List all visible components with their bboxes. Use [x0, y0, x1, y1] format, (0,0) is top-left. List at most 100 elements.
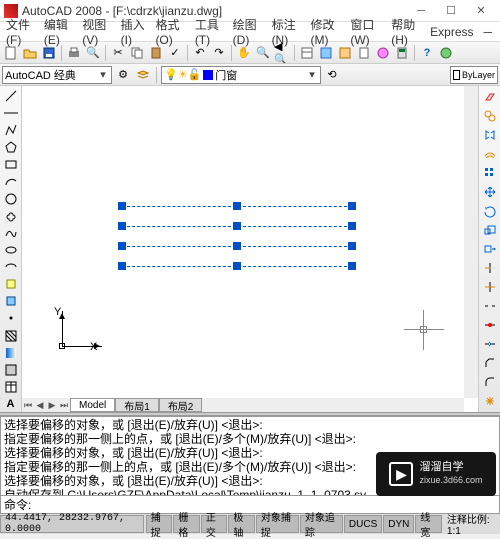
watermark-brand: 溜溜自学: [419, 461, 482, 474]
play-icon: ▶: [389, 462, 413, 486]
erase-button[interactable]: [481, 88, 499, 106]
watermark-overlay: ▶ 溜溜自学 zixue.3d66.com: [376, 452, 496, 496]
calc-button[interactable]: [393, 44, 411, 62]
layer-manager-button[interactable]: [134, 66, 152, 84]
comm-center-button[interactable]: [437, 44, 455, 62]
arc-button[interactable]: [2, 174, 20, 190]
help-button[interactable]: ?: [418, 44, 436, 62]
region-button[interactable]: [2, 362, 20, 378]
chevron-down-icon[interactable]: ▾: [306, 68, 318, 81]
ellipse-button[interactable]: [2, 242, 20, 258]
tab-model[interactable]: Model: [70, 398, 115, 412]
tab-layout1[interactable]: 布局1: [115, 398, 159, 412]
close-button[interactable]: ✕: [466, 1, 496, 21]
polygon-button[interactable]: [2, 139, 20, 155]
print-button[interactable]: [65, 44, 83, 62]
offset-button[interactable]: [481, 145, 499, 163]
workspace-settings-button[interactable]: ⚙: [114, 66, 132, 84]
grip[interactable]: [348, 242, 356, 250]
copy2-button[interactable]: [481, 107, 499, 125]
break-button[interactable]: [481, 297, 499, 315]
workspace-combo[interactable]: AutoCAD 经典 ▾: [2, 66, 112, 84]
revcloud-button[interactable]: [2, 208, 20, 224]
grip[interactable]: [348, 202, 356, 210]
redo-button[interactable]: ↷: [210, 44, 228, 62]
stretch-button[interactable]: [481, 240, 499, 258]
zoom-button[interactable]: 🔍: [254, 44, 272, 62]
tab-next-button[interactable]: ▶: [46, 399, 58, 411]
grip[interactable]: [348, 262, 356, 270]
pline-button[interactable]: [2, 122, 20, 138]
anno-scale[interactable]: 注释比例: 1:1: [443, 511, 500, 537]
fillet-button[interactable]: [481, 373, 499, 391]
mtext-button[interactable]: A: [2, 396, 20, 412]
scale-button[interactable]: [481, 221, 499, 239]
layer-combo[interactable]: 💡 ☀ 🔓 门窗 ▾: [161, 66, 321, 84]
save-button[interactable]: [40, 44, 58, 62]
tab-last-button[interactable]: ⏭: [58, 399, 70, 411]
maximize-button[interactable]: ☐: [436, 1, 466, 21]
doc-minimize-button[interactable]: ─: [478, 25, 499, 39]
tab-layout2[interactable]: 布局2: [159, 398, 203, 412]
mirror-button[interactable]: [481, 126, 499, 144]
explode-button[interactable]: [481, 392, 499, 410]
pan-button[interactable]: ✋: [235, 44, 253, 62]
draw-toolbar: A: [0, 86, 22, 412]
ellipse-arc-button[interactable]: [2, 259, 20, 275]
new-button[interactable]: [2, 44, 20, 62]
match-button[interactable]: ✓: [166, 44, 184, 62]
join-button[interactable]: [481, 335, 499, 353]
point-button[interactable]: [2, 310, 20, 326]
tab-prev-button[interactable]: ◀: [34, 399, 46, 411]
vertical-scrollbar[interactable]: [464, 86, 478, 398]
grip[interactable]: [233, 202, 241, 210]
design-center-button[interactable]: [317, 44, 335, 62]
drawing-area[interactable]: Y X ⏮ ◀ ▶ ⏭ Model 布局1 布局2: [22, 86, 478, 412]
bylayer-swatch: [453, 70, 460, 80]
grip[interactable]: [233, 222, 241, 230]
cmd-line: 选择要偏移的对象，或 [退出(E)/放弃(U)] <退出>:: [4, 418, 496, 432]
array-button[interactable]: [481, 164, 499, 182]
markup-button[interactable]: [374, 44, 392, 62]
undo-button[interactable]: ↶: [191, 44, 209, 62]
break-at-button[interactable]: [481, 316, 499, 334]
open-button[interactable]: [21, 44, 39, 62]
insert-block-button[interactable]: [2, 276, 20, 292]
extend-button[interactable]: [481, 278, 499, 296]
tab-first-button[interactable]: ⏮: [22, 399, 34, 411]
grip[interactable]: [118, 202, 126, 210]
sheetset-button[interactable]: [355, 44, 373, 62]
line-button[interactable]: [2, 88, 20, 104]
grip[interactable]: [118, 222, 126, 230]
rotate-button[interactable]: [481, 202, 499, 220]
color-combo[interactable]: ByLayer: [450, 66, 498, 84]
make-block-button[interactable]: [2, 293, 20, 309]
gradient-button[interactable]: [2, 345, 20, 361]
grip[interactable]: [118, 242, 126, 250]
tool-palette-button[interactable]: [336, 44, 354, 62]
paste-button[interactable]: [147, 44, 165, 62]
preview-button[interactable]: 🔍: [84, 44, 102, 62]
layer-prev-button[interactable]: ⟲: [323, 66, 341, 84]
rectangle-button[interactable]: [2, 156, 20, 172]
zoom-prev-button[interactable]: ◀🔍: [273, 44, 291, 62]
lightbulb-icon: 💡: [164, 68, 178, 81]
chevron-down-icon[interactable]: ▾: [97, 68, 109, 81]
chamfer-button[interactable]: [481, 354, 499, 372]
trim-button[interactable]: [481, 259, 499, 277]
grip[interactable]: [118, 262, 126, 270]
properties-button[interactable]: [298, 44, 316, 62]
move-button[interactable]: [481, 183, 499, 201]
grip[interactable]: [233, 262, 241, 270]
table-button[interactable]: [2, 379, 20, 395]
grip[interactable]: [233, 242, 241, 250]
spline-button[interactable]: [2, 225, 20, 241]
grip[interactable]: [348, 222, 356, 230]
lock-icon: 🔓: [188, 68, 202, 81]
cut-button[interactable]: ✂: [109, 44, 127, 62]
menu-express[interactable]: Express: [426, 24, 477, 40]
hatch-button[interactable]: [2, 328, 20, 344]
copy-button[interactable]: [128, 44, 146, 62]
xline-button[interactable]: [2, 105, 20, 121]
circle-button[interactable]: [2, 191, 20, 207]
